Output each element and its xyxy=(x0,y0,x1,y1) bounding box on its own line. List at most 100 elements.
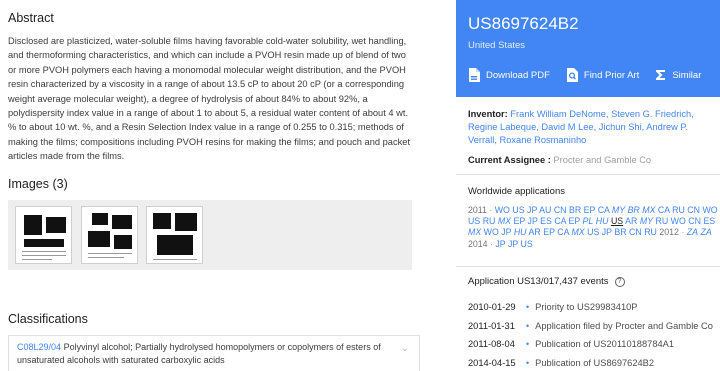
abstract-heading: Abstract xyxy=(8,11,54,25)
country-code-link[interactable]: JP xyxy=(528,216,538,226)
country-code-link[interactable]: MX xyxy=(571,227,584,237)
country-code-link[interactable]: JP xyxy=(508,239,518,249)
assignee-label: Current Assignee : xyxy=(468,155,551,165)
country-code-link[interactable]: US xyxy=(512,205,524,215)
bullet-icon: • xyxy=(526,302,530,313)
country-code-link[interactable]: BR xyxy=(614,227,626,237)
divider xyxy=(456,174,720,175)
image-thumbnail-1[interactable] xyxy=(15,206,72,264)
country-code-link[interactable]: ZA xyxy=(700,227,711,237)
country-code-link[interactable]: JP xyxy=(495,239,505,249)
image-thumbnail-2[interactable] xyxy=(81,206,138,264)
bullet-icon: • xyxy=(526,339,530,350)
country-code-link[interactable]: MX xyxy=(498,216,511,226)
country-code-link[interactable]: US xyxy=(587,227,599,237)
event-date: 2014-04-15 xyxy=(468,357,516,368)
application-year: 2011 xyxy=(468,205,487,215)
country-code-link[interactable]: PL xyxy=(583,216,594,226)
similar-button[interactable]: Similar xyxy=(655,69,701,81)
country-code-link[interactable]: EP xyxy=(543,227,555,237)
country-code-link[interactable]: MX xyxy=(468,227,481,237)
divider xyxy=(456,266,720,267)
classification-code-link[interactable]: C08L29/04 xyxy=(17,342,61,352)
country-code-link[interactable]: BR xyxy=(569,205,581,215)
country-code-link[interactable]: ES xyxy=(703,216,715,226)
country-code-link[interactable]: CA xyxy=(598,205,610,215)
country-code-link[interactable]: EP xyxy=(584,205,596,215)
separator-dot: · xyxy=(486,205,495,215)
application-year: 2012 xyxy=(659,227,679,238)
country-code-link[interactable]: JP xyxy=(501,227,511,237)
event-row: 2010-01-29 • Priority to US29983410P xyxy=(468,298,718,317)
country: United States xyxy=(468,40,526,51)
event-date: 2010-01-29 xyxy=(468,302,516,313)
find-prior-art-label: Find Prior Art xyxy=(583,69,640,81)
search-document-icon xyxy=(566,68,578,82)
help-icon[interactable]: ? xyxy=(614,276,625,287)
events-heading: Application US13/017,437 events ? xyxy=(468,276,625,287)
country-code-link[interactable]: RU xyxy=(483,216,496,226)
classification-item[interactable]: C08L29/04 Polyvinyl alcohol; Partially h… xyxy=(8,335,420,371)
country-code-link[interactable]: WO xyxy=(671,216,686,226)
event-date: 2011-01-31 xyxy=(468,320,515,331)
country-code-link[interactable]: CN xyxy=(629,227,642,237)
country-code-link[interactable]: BR xyxy=(628,205,640,215)
find-prior-art-button[interactable]: Find Prior Art xyxy=(566,68,639,82)
chevron-down-icon[interactable]: ⌄ xyxy=(401,342,409,355)
image-thumbnail-3[interactable] xyxy=(146,206,203,264)
country-code-link[interactable]: CN xyxy=(554,205,567,215)
worldwide-applications-list: 2011 · WO US JP AU CN BR EP CA MY BR MX … xyxy=(468,205,720,250)
country-code-link[interactable]: CN xyxy=(688,216,701,226)
country-code-link[interactable]: ZA xyxy=(687,227,698,237)
country-code-link[interactable]: MY xyxy=(640,216,653,226)
inventor-line: Inventor: Frank William DeNome, Steven G… xyxy=(468,108,718,146)
country-code-link[interactable]: HU xyxy=(596,216,609,226)
country-code-link[interactable]: WO xyxy=(495,205,510,215)
abstract-text: Disclosed are plasticized, water-soluble… xyxy=(8,36,411,162)
assignee-line: Current Assignee : Procter and Gamble Co xyxy=(468,155,651,165)
country-code-link[interactable]: AU xyxy=(539,205,551,215)
publication-number: US8697624B2 xyxy=(468,14,579,33)
events-title: Application US13/017,437 events xyxy=(468,276,609,287)
country-code-link[interactable]: JP xyxy=(527,205,537,215)
pdf-icon xyxy=(469,68,480,82)
country-code-link[interactable]: EP xyxy=(514,216,526,226)
country-code-link[interactable]: CN xyxy=(687,205,700,215)
country-code-link[interactable]: AR xyxy=(625,216,637,226)
country-code-link[interactable]: RU xyxy=(644,227,657,237)
action-bar: Download PDF Find Prior Art Similar xyxy=(468,68,717,82)
inventor-label: Inventor: xyxy=(468,109,508,119)
country-code-link[interactable]: ES xyxy=(540,216,552,226)
country-code-link[interactable]: HU xyxy=(514,227,527,237)
events-list: 2010-01-29 • Priority to US29983410P 2011-0… xyxy=(468,298,718,371)
country-code-link[interactable]: WO xyxy=(484,227,499,237)
country-code-link[interactable]: MY xyxy=(612,205,625,215)
country-code-link[interactable]: RU xyxy=(655,216,668,226)
country-code-link[interactable]: RU xyxy=(672,205,685,215)
country-code-link[interactable]: JP xyxy=(602,227,612,237)
country-code-link[interactable]: EP xyxy=(569,216,581,226)
country-code-link[interactable]: CA xyxy=(554,216,566,226)
separator-dot: · xyxy=(678,227,687,238)
event-text: Application filed by Procter and Gamble … xyxy=(535,320,713,331)
classification-description: Polyvinyl alcohol; Partially hydrolysed … xyxy=(17,342,381,365)
sigma-icon xyxy=(656,70,666,80)
assignee-name[interactable]: Procter and Gamble Co xyxy=(553,155,651,165)
country-code-link[interactable]: MX xyxy=(642,205,655,215)
country-code-link[interactable]: CA xyxy=(658,205,670,215)
country-code-link[interactable]: WO xyxy=(702,205,717,215)
images-panel xyxy=(8,200,412,270)
country-code-link[interactable]: US xyxy=(468,216,480,226)
country-code-link[interactable]: CA xyxy=(557,227,569,237)
country-code-link[interactable]: US xyxy=(611,216,623,226)
bullet-icon: • xyxy=(526,357,530,368)
event-text: Priority to US29983410P xyxy=(535,302,638,313)
country-code-link[interactable]: AR xyxy=(529,227,541,237)
country-code-link[interactable]: US xyxy=(521,239,533,249)
side-panel: US8697624B2 United States Download PDF F… xyxy=(456,0,720,371)
images-heading: Images (3) xyxy=(8,177,68,191)
download-pdf-button[interactable]: Download PDF xyxy=(468,68,550,82)
similar-label: Similar xyxy=(672,69,702,81)
event-date: 2011-08-04 xyxy=(468,339,515,350)
bullet-icon: • xyxy=(526,320,530,331)
